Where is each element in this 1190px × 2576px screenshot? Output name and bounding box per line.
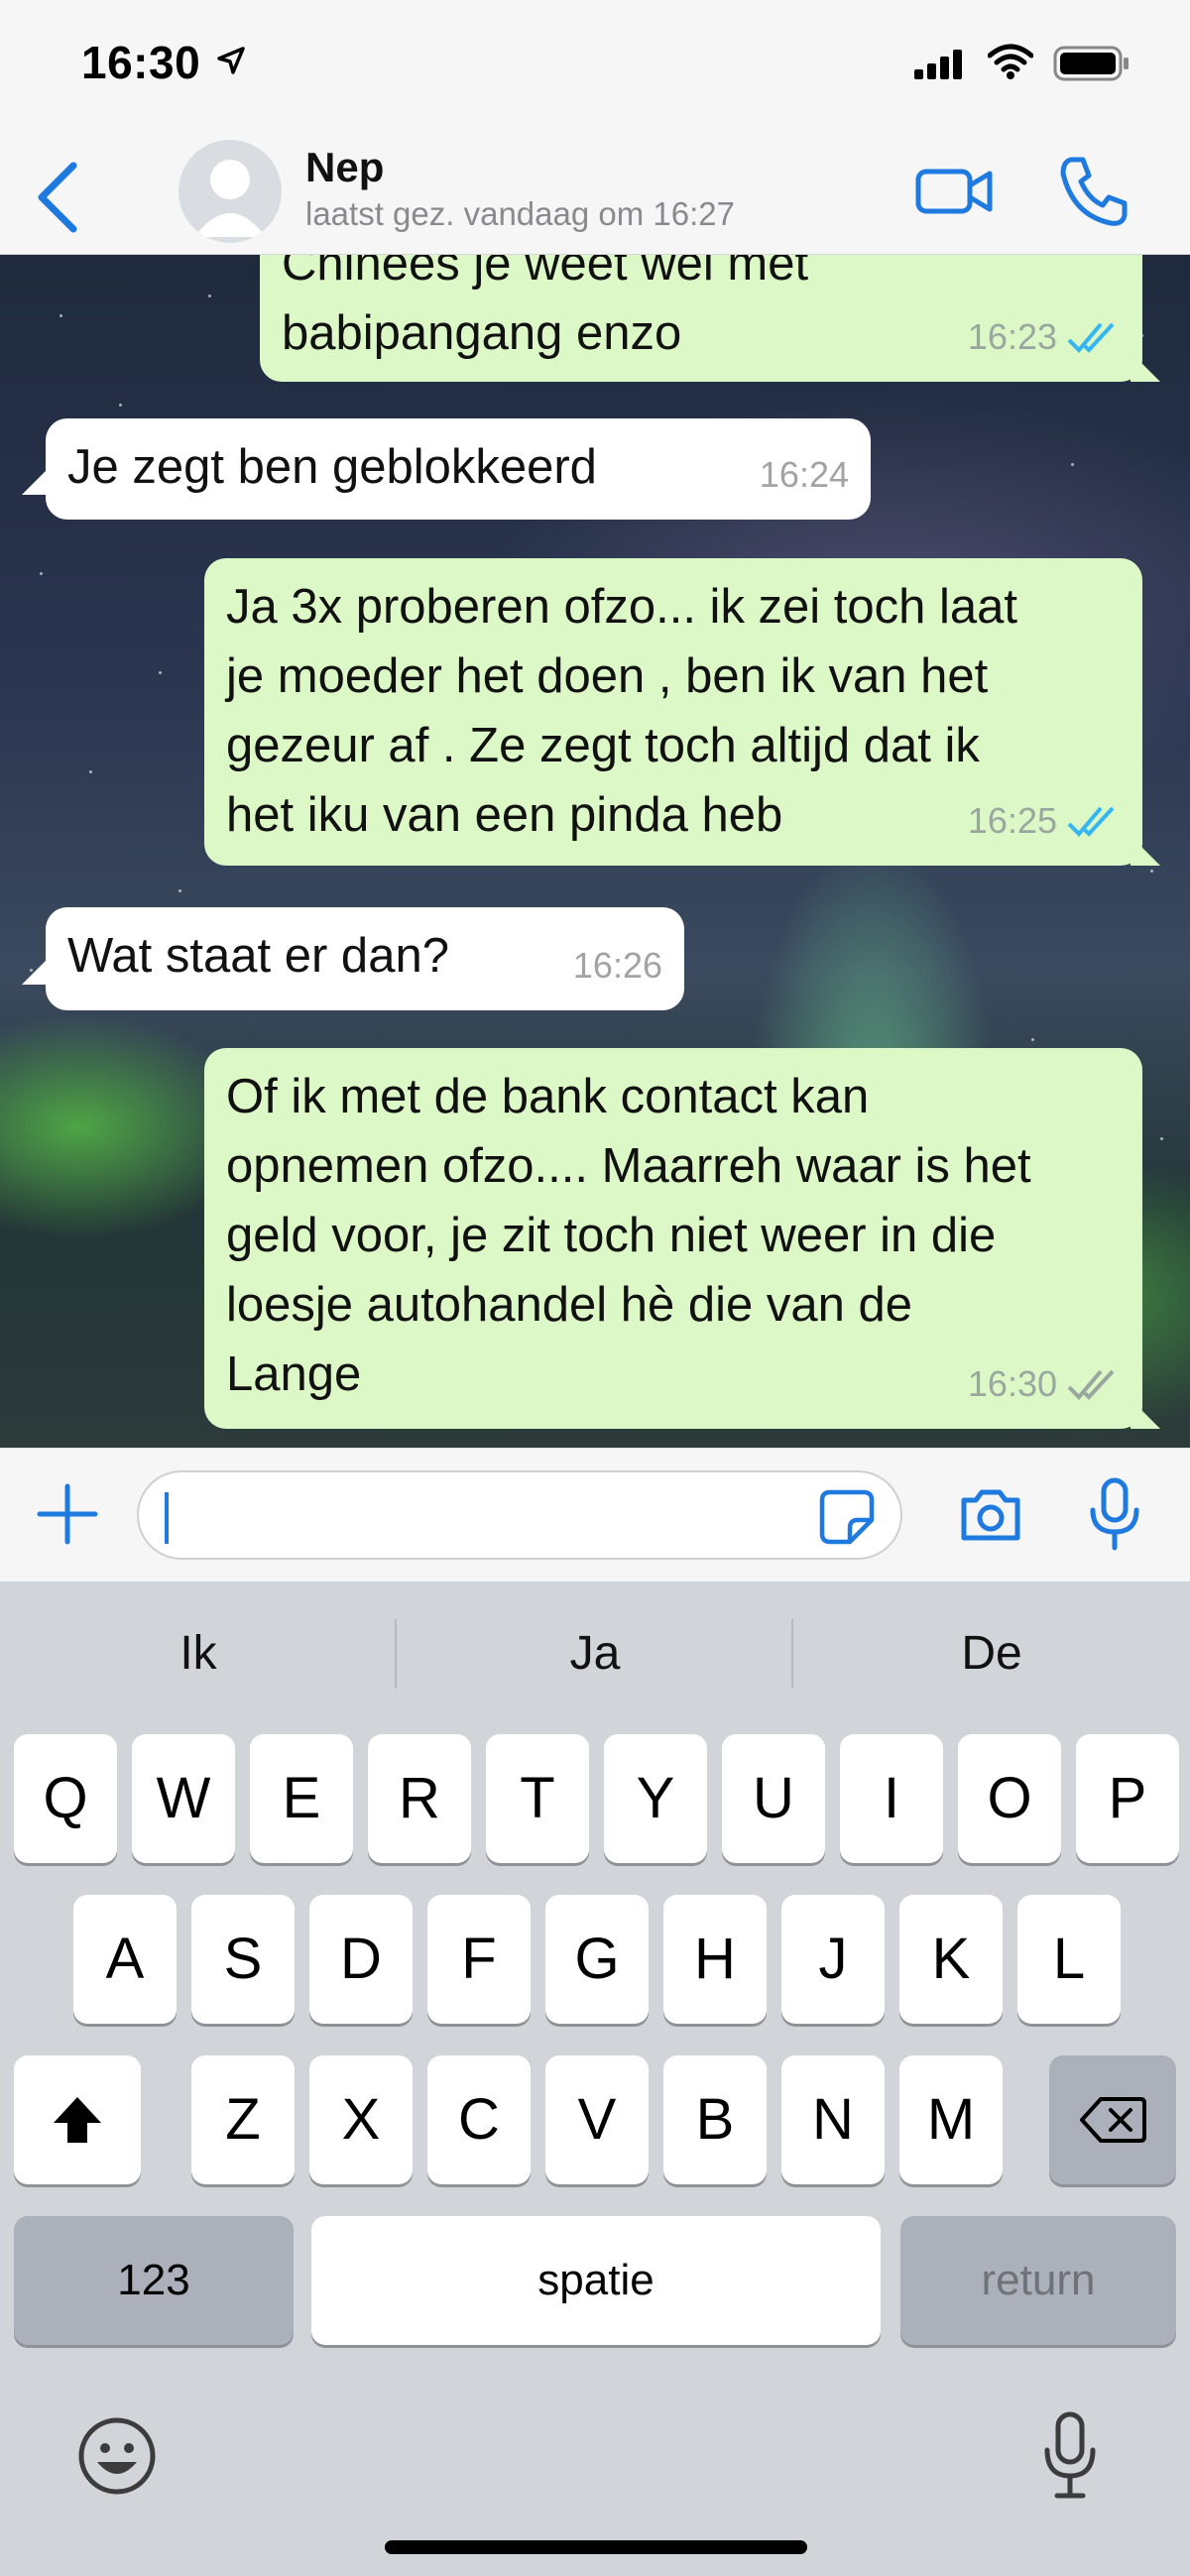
key-d[interactable]: D <box>309 1895 413 2024</box>
key-f[interactable]: F <box>427 1895 531 2024</box>
key-l[interactable]: L <box>1017 1895 1121 2024</box>
keyboard: Ik Ja De Q W E R T Y U I O P A S D F G H… <box>0 1581 1190 2576</box>
key-p[interactable]: P <box>1076 1734 1179 1863</box>
key-s[interactable]: S <box>191 1895 295 2024</box>
battery-icon <box>1053 46 1129 81</box>
sticker-icon <box>819 1489 875 1545</box>
bubble-tail <box>1130 836 1160 866</box>
suggestion-bar: Ik Ja De <box>0 1581 1190 1725</box>
numbers-key[interactable]: 123 <box>14 2216 294 2345</box>
return-key[interactable]: return <box>900 2216 1176 2345</box>
space-key[interactable]: spatie <box>311 2216 881 2345</box>
key-o[interactable]: O <box>958 1734 1061 1863</box>
dictation-icon <box>1044 2411 1096 2499</box>
bubble-tail <box>1130 1399 1160 1429</box>
message-time: 16:25 <box>967 800 1057 841</box>
home-indicator[interactable] <box>385 2540 807 2554</box>
key-x[interactable]: X <box>309 2055 413 2184</box>
message-outgoing[interactable]: Of ik met de bank contact kan opnemen of… <box>204 1048 1142 1429</box>
message-time: 16:30 <box>967 1363 1057 1404</box>
chat-header: Nep laatst gez. vandaag om 16:27 <box>0 134 1190 255</box>
key-z[interactable]: Z <box>191 2055 295 2184</box>
contact-last-seen: laatst gez. vandaag om 16:27 <box>305 195 735 232</box>
avatar-placeholder-icon <box>194 160 266 237</box>
bubble-tail <box>1130 352 1160 382</box>
location-arrow-icon <box>217 47 245 74</box>
message-meta: 16:24 <box>760 440 849 510</box>
key-t[interactable]: T <box>486 1734 589 1863</box>
key-n[interactable]: N <box>781 2055 885 2184</box>
camera-icon <box>961 1489 1020 1541</box>
key-a[interactable]: A <box>73 1895 177 2024</box>
message-outgoing[interactable]: Chinees je weet wel met babipangang enzo… <box>260 255 1142 382</box>
key-w[interactable]: W <box>132 1734 235 1863</box>
key-i[interactable]: I <box>840 1734 943 1863</box>
key-e[interactable]: E <box>250 1734 353 1863</box>
attach-button[interactable] <box>36 1482 99 1546</box>
back-chevron-icon <box>38 162 77 233</box>
voice-call-button[interactable] <box>1051 150 1134 233</box>
contact-name[interactable]: Nep <box>305 144 384 191</box>
avatar[interactable] <box>178 140 282 243</box>
signal-icon <box>914 50 962 79</box>
message-time: 16:26 <box>572 945 662 986</box>
message-incoming[interactable]: Wat staat er dan? 16:26 <box>46 907 684 1010</box>
delivered-ticks-icon <box>1067 1369 1115 1400</box>
back-button[interactable] <box>30 156 89 235</box>
read-ticks-icon <box>1067 322 1115 353</box>
backspace-icon <box>1080 2097 1146 2143</box>
dictation-button[interactable] <box>1041 2410 1099 2502</box>
video-call-button[interactable] <box>912 154 996 227</box>
key-v[interactable]: V <box>545 2055 649 2184</box>
message-meta: 16:25 <box>968 786 1121 856</box>
sticker-button[interactable] <box>818 1488 876 1546</box>
emoji-icon <box>78 2417 156 2495</box>
text-cursor <box>165 1492 169 1544</box>
shift-key[interactable] <box>14 2055 141 2184</box>
message-meta: 16:23 <box>968 302 1121 372</box>
key-r[interactable]: R <box>368 1734 471 1863</box>
microphone-icon <box>1090 1477 1139 1551</box>
emoji-button[interactable] <box>75 2414 159 2498</box>
chat-messages-area[interactable]: Chinees je weet wel met babipangang enzo… <box>0 255 1190 1448</box>
key-y[interactable]: Y <box>604 1734 707 1863</box>
suggestion-1[interactable]: Ik <box>0 1581 397 1725</box>
key-q[interactable]: Q <box>14 1734 117 1863</box>
message-meta: 16:30 <box>968 1349 1121 1419</box>
key-c[interactable]: C <box>427 2055 531 2184</box>
plus-icon <box>37 1483 98 1545</box>
shift-icon <box>54 2097 101 2143</box>
key-b[interactable]: B <box>663 2055 767 2184</box>
message-time: 16:23 <box>967 316 1057 357</box>
key-u[interactable]: U <box>722 1734 825 1863</box>
video-call-icon <box>915 169 993 214</box>
phone-icon <box>1060 157 1128 226</box>
wifi-icon <box>988 44 1033 79</box>
key-g[interactable]: G <box>545 1895 649 2024</box>
key-j[interactable]: J <box>781 1895 885 2024</box>
message-input-bar <box>0 1448 1190 1581</box>
status-time: 16:30 <box>81 37 201 88</box>
camera-button[interactable] <box>958 1484 1023 1544</box>
key-m[interactable]: M <box>899 2055 1003 2184</box>
suggestion-2[interactable]: Ja <box>397 1581 793 1725</box>
message-input[interactable] <box>137 1470 902 1560</box>
suggestion-3[interactable]: De <box>793 1581 1190 1725</box>
message-incoming[interactable]: Je zegt ben geblokkeerd 16:24 <box>46 418 871 520</box>
message-outgoing[interactable]: Ja 3x proberen ofzo... ik zei toch laat … <box>204 558 1142 866</box>
key-k[interactable]: K <box>899 1895 1003 2024</box>
message-time: 16:24 <box>759 454 849 495</box>
key-h[interactable]: H <box>663 1895 767 2024</box>
message-meta: 16:26 <box>573 931 662 1000</box>
voice-message-button[interactable] <box>1087 1476 1142 1552</box>
read-ticks-icon <box>1067 806 1115 837</box>
backspace-key[interactable] <box>1049 2055 1176 2184</box>
status-bar: 16:30 <box>0 0 1190 134</box>
message-text: Je zegt ben geblokkeerd <box>67 440 597 494</box>
